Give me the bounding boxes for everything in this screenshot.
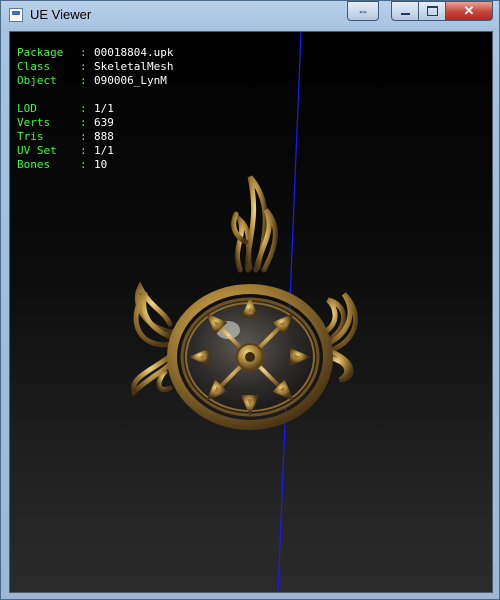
info-label: Package	[17, 46, 64, 59]
close-button[interactable]: ✕	[446, 1, 493, 21]
maximize-button[interactable]	[419, 1, 446, 21]
info-row-object: Object:090006_LynM	[17, 74, 173, 88]
info-label: Bones	[17, 158, 51, 171]
info-value: 1/1	[94, 144, 114, 157]
mesh-viewport[interactable]: Package:00018804.upk Class: SkeletalMesh …	[9, 31, 493, 593]
mesh-info-panel: Package:00018804.upk Class: SkeletalMesh …	[17, 46, 173, 172]
info-separator: :	[80, 74, 87, 87]
close-icon: ✕	[463, 3, 475, 18]
info-value: 639	[94, 116, 114, 129]
info-value: 00018804.upk	[94, 46, 174, 59]
title-bar[interactable]: UE Viewer ⇔ ✕	[1, 1, 500, 31]
minimize-icon	[400, 13, 410, 15]
info-separator: :	[80, 130, 87, 143]
info-separator: :	[80, 144, 87, 157]
wheel	[167, 284, 333, 430]
app-icon	[9, 8, 23, 22]
info-row-verts: Verts:639	[17, 116, 173, 130]
app-window: UE Viewer ⇔ ✕ Package: 00018804.upk Cla…	[0, 0, 500, 600]
info-row-uvset: UV Set:1/1	[17, 144, 173, 158]
info-row-package: Package:00018804.upk	[17, 46, 173, 60]
info-value: 888	[94, 130, 114, 143]
info-separator: :	[80, 102, 87, 115]
info-separator: :	[80, 46, 87, 59]
info-value: 10	[94, 158, 108, 171]
info-separator: :	[80, 60, 87, 73]
info-row-bones: Bones:10	[17, 158, 173, 172]
info-separator: :	[80, 158, 87, 171]
info-row-lod: LOD:1/1	[17, 102, 173, 116]
left-flame	[131, 281, 178, 397]
info-row-class: Class: SkeletalMesh	[17, 60, 173, 74]
info-value: SkeletalMesh	[94, 60, 174, 73]
info-label: Tris	[17, 130, 44, 143]
info-label: Class	[17, 60, 51, 73]
restore-button[interactable]: ⇔	[347, 1, 379, 21]
maximize-icon	[426, 6, 438, 16]
window-title: UE Viewer	[30, 7, 92, 22]
top-flame	[231, 175, 278, 273]
info-label: UV Set	[17, 144, 57, 157]
info-row-tris: Tris:888	[17, 130, 173, 144]
restore-icon: ⇔	[357, 4, 369, 18]
info-separator: :	[80, 116, 87, 129]
info-label: Object	[17, 74, 57, 87]
info-value: 090006_LynM	[94, 74, 167, 87]
minimize-button[interactable]	[391, 1, 419, 21]
info-label: LOD	[17, 102, 37, 115]
info-label: Verts	[17, 116, 51, 129]
info-value: 1/1	[94, 102, 114, 115]
